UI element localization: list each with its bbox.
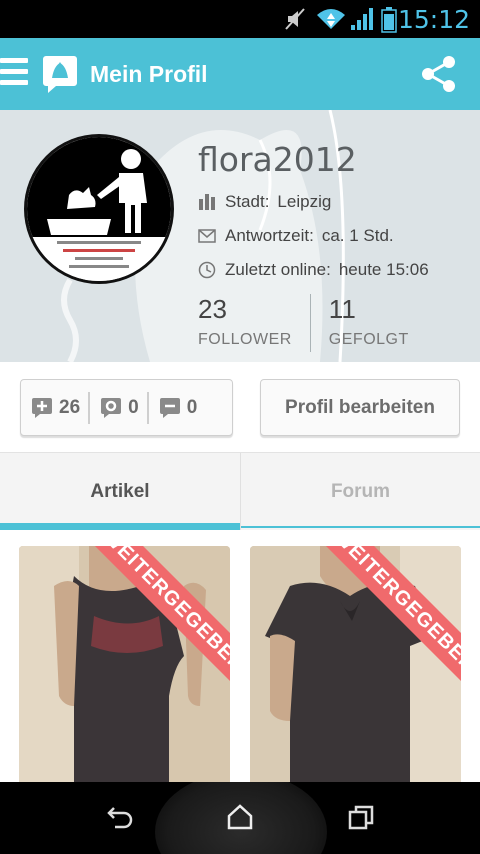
battery-icon — [381, 7, 397, 33]
back-icon[interactable] — [106, 804, 134, 830]
username: flora2012 — [198, 140, 357, 179]
response-time-value: ca. 1 Std. — [321, 226, 394, 245]
following-count: 11 — [328, 294, 356, 324]
response-time-label: Antwortzeit: — [225, 226, 314, 245]
tab-forum[interactable]: Forum — [240, 453, 480, 531]
followers-label: FOLLOWER — [198, 331, 292, 348]
content-tabs: Artikel Forum — [0, 452, 480, 531]
ratings-box[interactable]: 26 0 0 — [20, 379, 233, 436]
home-icon[interactable] — [226, 804, 254, 830]
edit-profile-button[interactable]: Profil bearbeiten — [260, 379, 460, 436]
wifi-icon — [317, 9, 345, 29]
status-time: 15:12 — [397, 5, 470, 34]
positive-ratings[interactable]: 26 — [21, 380, 80, 435]
negative-ratings[interactable]: 0 — [155, 380, 198, 435]
neutral-ratings[interactable]: 0 — [96, 380, 139, 435]
mute-icon — [285, 8, 305, 30]
response-time-row: Antwortzeit: ca. 1 Std. — [198, 226, 394, 246]
last-online-value: heute 15:06 — [338, 260, 429, 279]
articles-grid: WEITERGEGEBEN WEITERGEGEBEN — [0, 530, 480, 791]
avatar[interactable] — [24, 134, 174, 284]
stats-divider — [309, 294, 311, 352]
clock-icon — [198, 261, 216, 279]
app-logo-icon[interactable] — [42, 54, 78, 94]
article-card[interactable]: WEITERGEGEBEN — [250, 546, 461, 791]
signal-icon — [351, 8, 373, 30]
neutral-bubble-icon — [101, 397, 122, 418]
city-row: Stadt: Leipzig — [198, 192, 331, 212]
ratings-separator — [88, 391, 91, 424]
article-card[interactable]: WEITERGEGEBEN — [19, 546, 230, 791]
neutral-count: 0 — [128, 396, 139, 418]
following-label: GEFOLGT — [328, 331, 409, 348]
followers-count: 23 — [198, 294, 227, 324]
city-value: Leipzig — [277, 192, 332, 211]
recent-apps-icon[interactable] — [347, 804, 375, 830]
negative-count: 0 — [186, 396, 198, 418]
city-label: Stadt: — [225, 192, 270, 211]
action-bar: Mein Profil — [0, 38, 480, 110]
city-icon — [199, 194, 215, 210]
status-bar: 15:12 — [0, 0, 480, 38]
share-icon[interactable] — [420, 55, 458, 93]
article-photo — [250, 546, 461, 791]
system-nav-bar — [0, 782, 480, 854]
article-photo — [19, 546, 230, 791]
positive-count: 26 — [59, 396, 81, 418]
ratings-separator — [146, 391, 149, 424]
plus-bubble-icon — [32, 397, 52, 418]
profile-stats: 23 FOLLOWER 11 GEFOLGT — [198, 294, 409, 352]
avatar-image — [27, 137, 171, 281]
page-title: Mein Profil — [90, 61, 208, 87]
followers-stat[interactable]: 23 FOLLOWER — [198, 294, 292, 352]
tab-articles[interactable]: Artikel — [0, 453, 240, 531]
menu-icon[interactable] — [0, 58, 28, 90]
mail-icon — [198, 229, 216, 243]
last-online-label: Zuletzt online: — [225, 260, 331, 279]
following-stat[interactable]: 11 GEFOLGT — [329, 294, 409, 352]
minus-bubble-icon — [159, 397, 180, 418]
profile-header: flora2012 Stadt: Leipzig Antwortzeit: ca… — [0, 110, 480, 362]
last-online-row: Zuletzt online: heute 15:06 — [198, 260, 429, 280]
